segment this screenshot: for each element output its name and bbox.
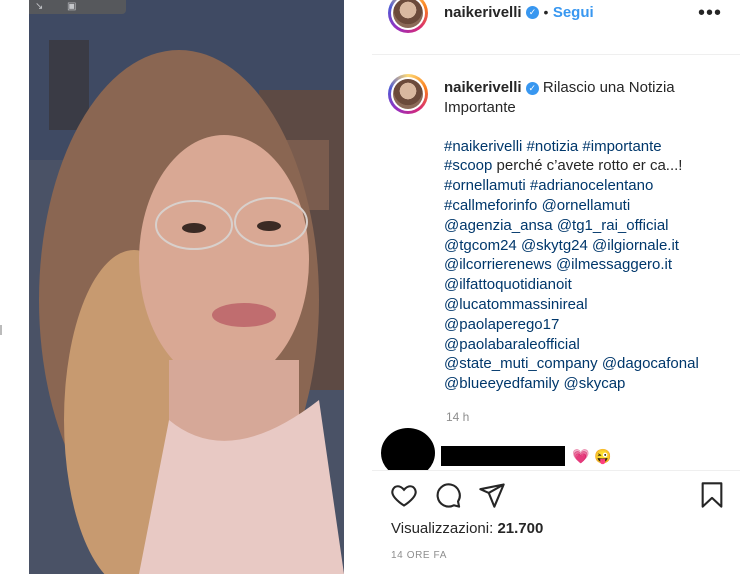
window-icon[interactable]: ▣ [67,1,76,13]
video-player[interactable]: ↘ ▣ [29,0,344,574]
mention-link[interactable]: @tg1_rai_official [557,217,669,234]
caption-avatar[interactable] [388,74,428,114]
hashtag-link[interactable]: #ornellamuti [444,177,526,194]
caption-line: @ilcorrierenews @ilmessaggero.it [444,255,730,275]
views-number: 21.700 [497,520,544,537]
comment-icon[interactable] [434,481,462,509]
verified-badge-icon: ✓ [525,81,539,95]
caption-line: @paolabaraleofficial [444,335,730,355]
mention-link[interactable]: @ilmessaggero.it [556,256,672,273]
mention-link[interactable]: @paolabaraleofficial [444,336,580,353]
comment-username-redacted[interactable] [441,446,565,466]
hashtag-link[interactable]: #notizia [527,138,579,155]
wink-emoji: 😜 [594,448,612,464]
mention-link[interactable]: @blueeyedfamily [444,375,559,392]
mention-link[interactable]: @ilcorrierenews [444,256,552,273]
verified-badge-icon: ✓ [526,6,540,20]
follow-button[interactable]: Segui [553,4,594,21]
caption-line: @tgcom24 @skytg24 @ilgiornale.it [444,236,730,256]
mention-link[interactable]: @agenzia_ansa [444,217,553,234]
avatar-image [393,79,423,109]
mention-link[interactable]: @ornellamuti [542,197,631,214]
header-user: naikerivelli ✓ • Segui [444,4,594,22]
video-controls-bar: ↘ ▣ [29,0,126,14]
hashtag-link[interactable]: #scoop [444,157,492,174]
edge-mark [0,325,2,335]
mention-link[interactable]: @lucatommassinireal [444,296,588,313]
caption-line: #scoop perché c’avete rotto er ca...! [444,156,730,176]
caption-text: perché c’avete rotto er ca...! [492,157,683,175]
video-frame [29,0,344,574]
mention-link[interactable]: @state_muti_company [444,355,598,372]
caption-line: @lucatommassinireal [444,295,730,315]
caption-line: @state_muti_company @dagocafonal [444,354,730,374]
caption-line: #naikerivelli #notizia #importante [444,137,730,157]
caption-line: @ilfattoquotidianoit [444,275,730,295]
caption-line: @agenzia_ansa @tg1_rai_official [444,216,730,236]
views-label: Visualizzazioni: [391,520,494,537]
mention-link[interactable]: @paolaperego17 [444,316,559,333]
header-username[interactable]: naikerivelli [444,4,522,21]
mention-link[interactable]: @skycap [563,375,625,392]
left-margin [0,0,29,574]
header-separator: • [543,4,549,20]
mention-link[interactable]: @tgcom24 [444,237,517,254]
heart-emoji: 💗 [572,448,590,464]
views-count: Visualizzazioni: 21.700 [391,520,543,537]
share-icon[interactable] [478,481,506,509]
hashtag-link[interactable]: #adrianocelentano [530,177,653,194]
heart-icon[interactable] [390,481,418,509]
post-caption: naikerivelli ✓ Rilascio una Notizia Impo… [444,78,730,394]
caption-line: @paolaperego17 [444,315,730,335]
post-header: naikerivelli ✓ • Segui ••• [372,0,740,55]
caption-time: 14 h [446,410,470,424]
caption-line: @blueeyedfamily @skycap [444,374,730,394]
bookmark-icon[interactable] [698,481,726,509]
post-date[interactable]: 14 ORE FA [391,550,447,561]
caption-line: #callmeforinfo @ornellamuti [444,196,730,216]
hashtag-link[interactable]: #importante [582,138,661,155]
caption-hashtags: #naikerivelli #notizia #importante #scoop… [444,137,730,394]
caption-username[interactable]: naikerivelli [444,79,522,96]
collapse-icon[interactable]: ↘ [35,1,43,13]
post-details-panel: naikerivelli ✓ • Segui ••• naikerivelli … [372,0,740,574]
post-actions: Visualizzazioni: 21.700 14 ORE FA [372,470,740,571]
comment-row: 💗 😜 [372,424,740,470]
header-avatar[interactable] [388,0,428,33]
caption-title-line: naikerivelli ✓ Rilascio una Notizia Impo… [444,78,730,118]
more-options-icon[interactable]: ••• [698,2,722,25]
hashtag-link[interactable]: #callmeforinfo [444,197,537,214]
mention-link[interactable]: @ilgiornale.it [592,237,679,254]
mention-link[interactable]: @dagocafonal [602,355,699,372]
comment-avatar-redacted[interactable] [381,428,435,470]
hashtag-link[interactable]: #naikerivelli [444,138,522,155]
caption-line: #ornellamuti #adrianocelentano [444,176,730,196]
mention-link[interactable]: @ilfattoquotidianoit [444,276,572,293]
mention-link[interactable]: @skytg24 [521,237,588,254]
post-media[interactable]: ↘ ▣ [0,0,373,574]
